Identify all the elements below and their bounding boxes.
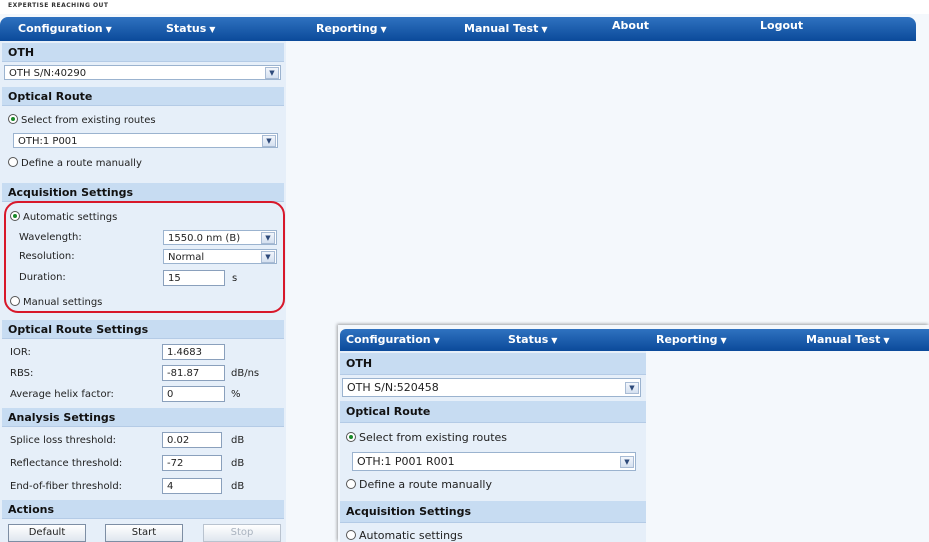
- radio-selected-icon: [346, 432, 356, 442]
- oth-section-header: OTH: [2, 43, 284, 62]
- splice-input[interactable]: 0.02: [162, 432, 222, 448]
- radio-unselected-icon: [346, 479, 356, 489]
- acquisition-highlight-outline: [4, 201, 285, 313]
- menu-status[interactable]: Status ▼: [166, 22, 215, 35]
- optical-route-settings-header: Optical Route Settings: [2, 320, 284, 339]
- eof-input[interactable]: 4: [162, 478, 222, 494]
- route-select[interactable]: OTH:1 P001 ▼: [13, 133, 278, 148]
- chevron-down-icon: ▼: [620, 456, 634, 468]
- overlay-oth-header: OTH: [340, 353, 646, 375]
- overlay-menu-reporting[interactable]: Reporting ▼: [656, 333, 727, 346]
- overlay-screenshot: Configuration ▼ Status ▼ Reporting ▼ Manual…: [338, 325, 929, 542]
- brand-tagline: EXPERTISE REACHING OUT: [8, 2, 109, 9]
- chevron-down-icon: ▼: [625, 382, 639, 394]
- overlay-menu-configuration[interactable]: Configuration ▼: [346, 333, 440, 346]
- overlay-menu-status[interactable]: Status ▼: [508, 333, 557, 346]
- ior-label: IOR:: [10, 347, 31, 358]
- chevron-down-icon: ▼: [209, 25, 216, 34]
- menu-reporting[interactable]: Reporting ▼: [316, 22, 387, 35]
- eof-label: End-of-fiber threshold:: [10, 481, 123, 492]
- reflectance-unit: dB: [231, 458, 245, 469]
- menu-configuration[interactable]: Configuration ▼: [18, 22, 112, 35]
- overlay-automatic-settings-radio[interactable]: Automatic settings: [346, 529, 463, 542]
- eof-unit: dB: [231, 481, 245, 492]
- helix-label: Average helix factor:: [10, 389, 114, 400]
- overlay-menu-manual-test[interactable]: Manual Test ▼: [806, 333, 890, 346]
- chevron-down-icon: ▼: [883, 336, 890, 345]
- main-menu-bar: Configuration ▼ Status ▼ Reporting ▼ Manual…: [0, 17, 916, 41]
- start-button[interactable]: Start: [105, 524, 183, 542]
- reflectance-label: Reflectance threshold:: [10, 458, 123, 469]
- chevron-down-icon: ▼: [720, 336, 727, 345]
- helix-unit: %: [231, 389, 241, 400]
- reflectance-input[interactable]: -72: [162, 455, 222, 471]
- menu-manual-test[interactable]: Manual Test ▼: [464, 22, 548, 35]
- radio-selected-icon: [8, 114, 18, 124]
- radio-unselected-icon: [8, 157, 18, 167]
- top-strip: EXPERTISE REACHING OUT: [0, 0, 929, 14]
- radio-unselected-icon: [346, 530, 356, 540]
- chevron-down-icon: ▼: [433, 336, 440, 345]
- overlay-menu-bar: Configuration ▼ Status ▼ Reporting ▼ Manual…: [340, 329, 929, 351]
- overlay-acquisition-header: Acquisition Settings: [340, 501, 646, 523]
- chevron-down-icon: ▼: [541, 25, 548, 34]
- chevron-down-icon: ▼: [551, 336, 558, 345]
- route-manual-radio[interactable]: Define a route manually: [8, 157, 142, 169]
- ior-input[interactable]: 1.4683: [162, 344, 225, 360]
- overlay-oth-select[interactable]: OTH S/N:520458 ▼: [342, 378, 641, 397]
- helix-input[interactable]: 0: [162, 386, 225, 402]
- menu-about[interactable]: About: [612, 19, 649, 32]
- route-existing-radio[interactable]: Select from existing routes: [8, 114, 156, 126]
- actions-header: Actions: [2, 500, 284, 519]
- overlay-route-manual-radio[interactable]: Define a route manually: [346, 478, 492, 491]
- acquisition-header: Acquisition Settings: [2, 183, 284, 202]
- chevron-down-icon: ▼: [380, 25, 387, 34]
- chevron-down-icon: ▼: [265, 67, 279, 79]
- overlay-optical-route-header: Optical Route: [340, 401, 646, 423]
- splice-unit: dB: [231, 435, 245, 446]
- overlay-route-select[interactable]: OTH:1 P001 R001 ▼: [352, 452, 636, 471]
- menu-logout[interactable]: Logout: [760, 19, 803, 32]
- default-button[interactable]: Default: [8, 524, 86, 542]
- rbs-unit: dB/ns: [231, 368, 260, 379]
- chevron-down-icon: ▼: [105, 25, 112, 34]
- rbs-input[interactable]: -81.87: [162, 365, 225, 381]
- stop-button[interactable]: Stop: [203, 524, 281, 542]
- overlay-route-existing-radio[interactable]: Select from existing routes: [346, 431, 507, 444]
- chevron-down-icon: ▼: [262, 135, 276, 147]
- optical-route-header: Optical Route: [2, 87, 284, 106]
- splice-label: Splice loss threshold:: [10, 435, 117, 446]
- analysis-header: Analysis Settings: [2, 408, 284, 427]
- oth-select[interactable]: OTH S/N:40290 ▼: [4, 65, 281, 80]
- rbs-label: RBS:: [10, 368, 34, 379]
